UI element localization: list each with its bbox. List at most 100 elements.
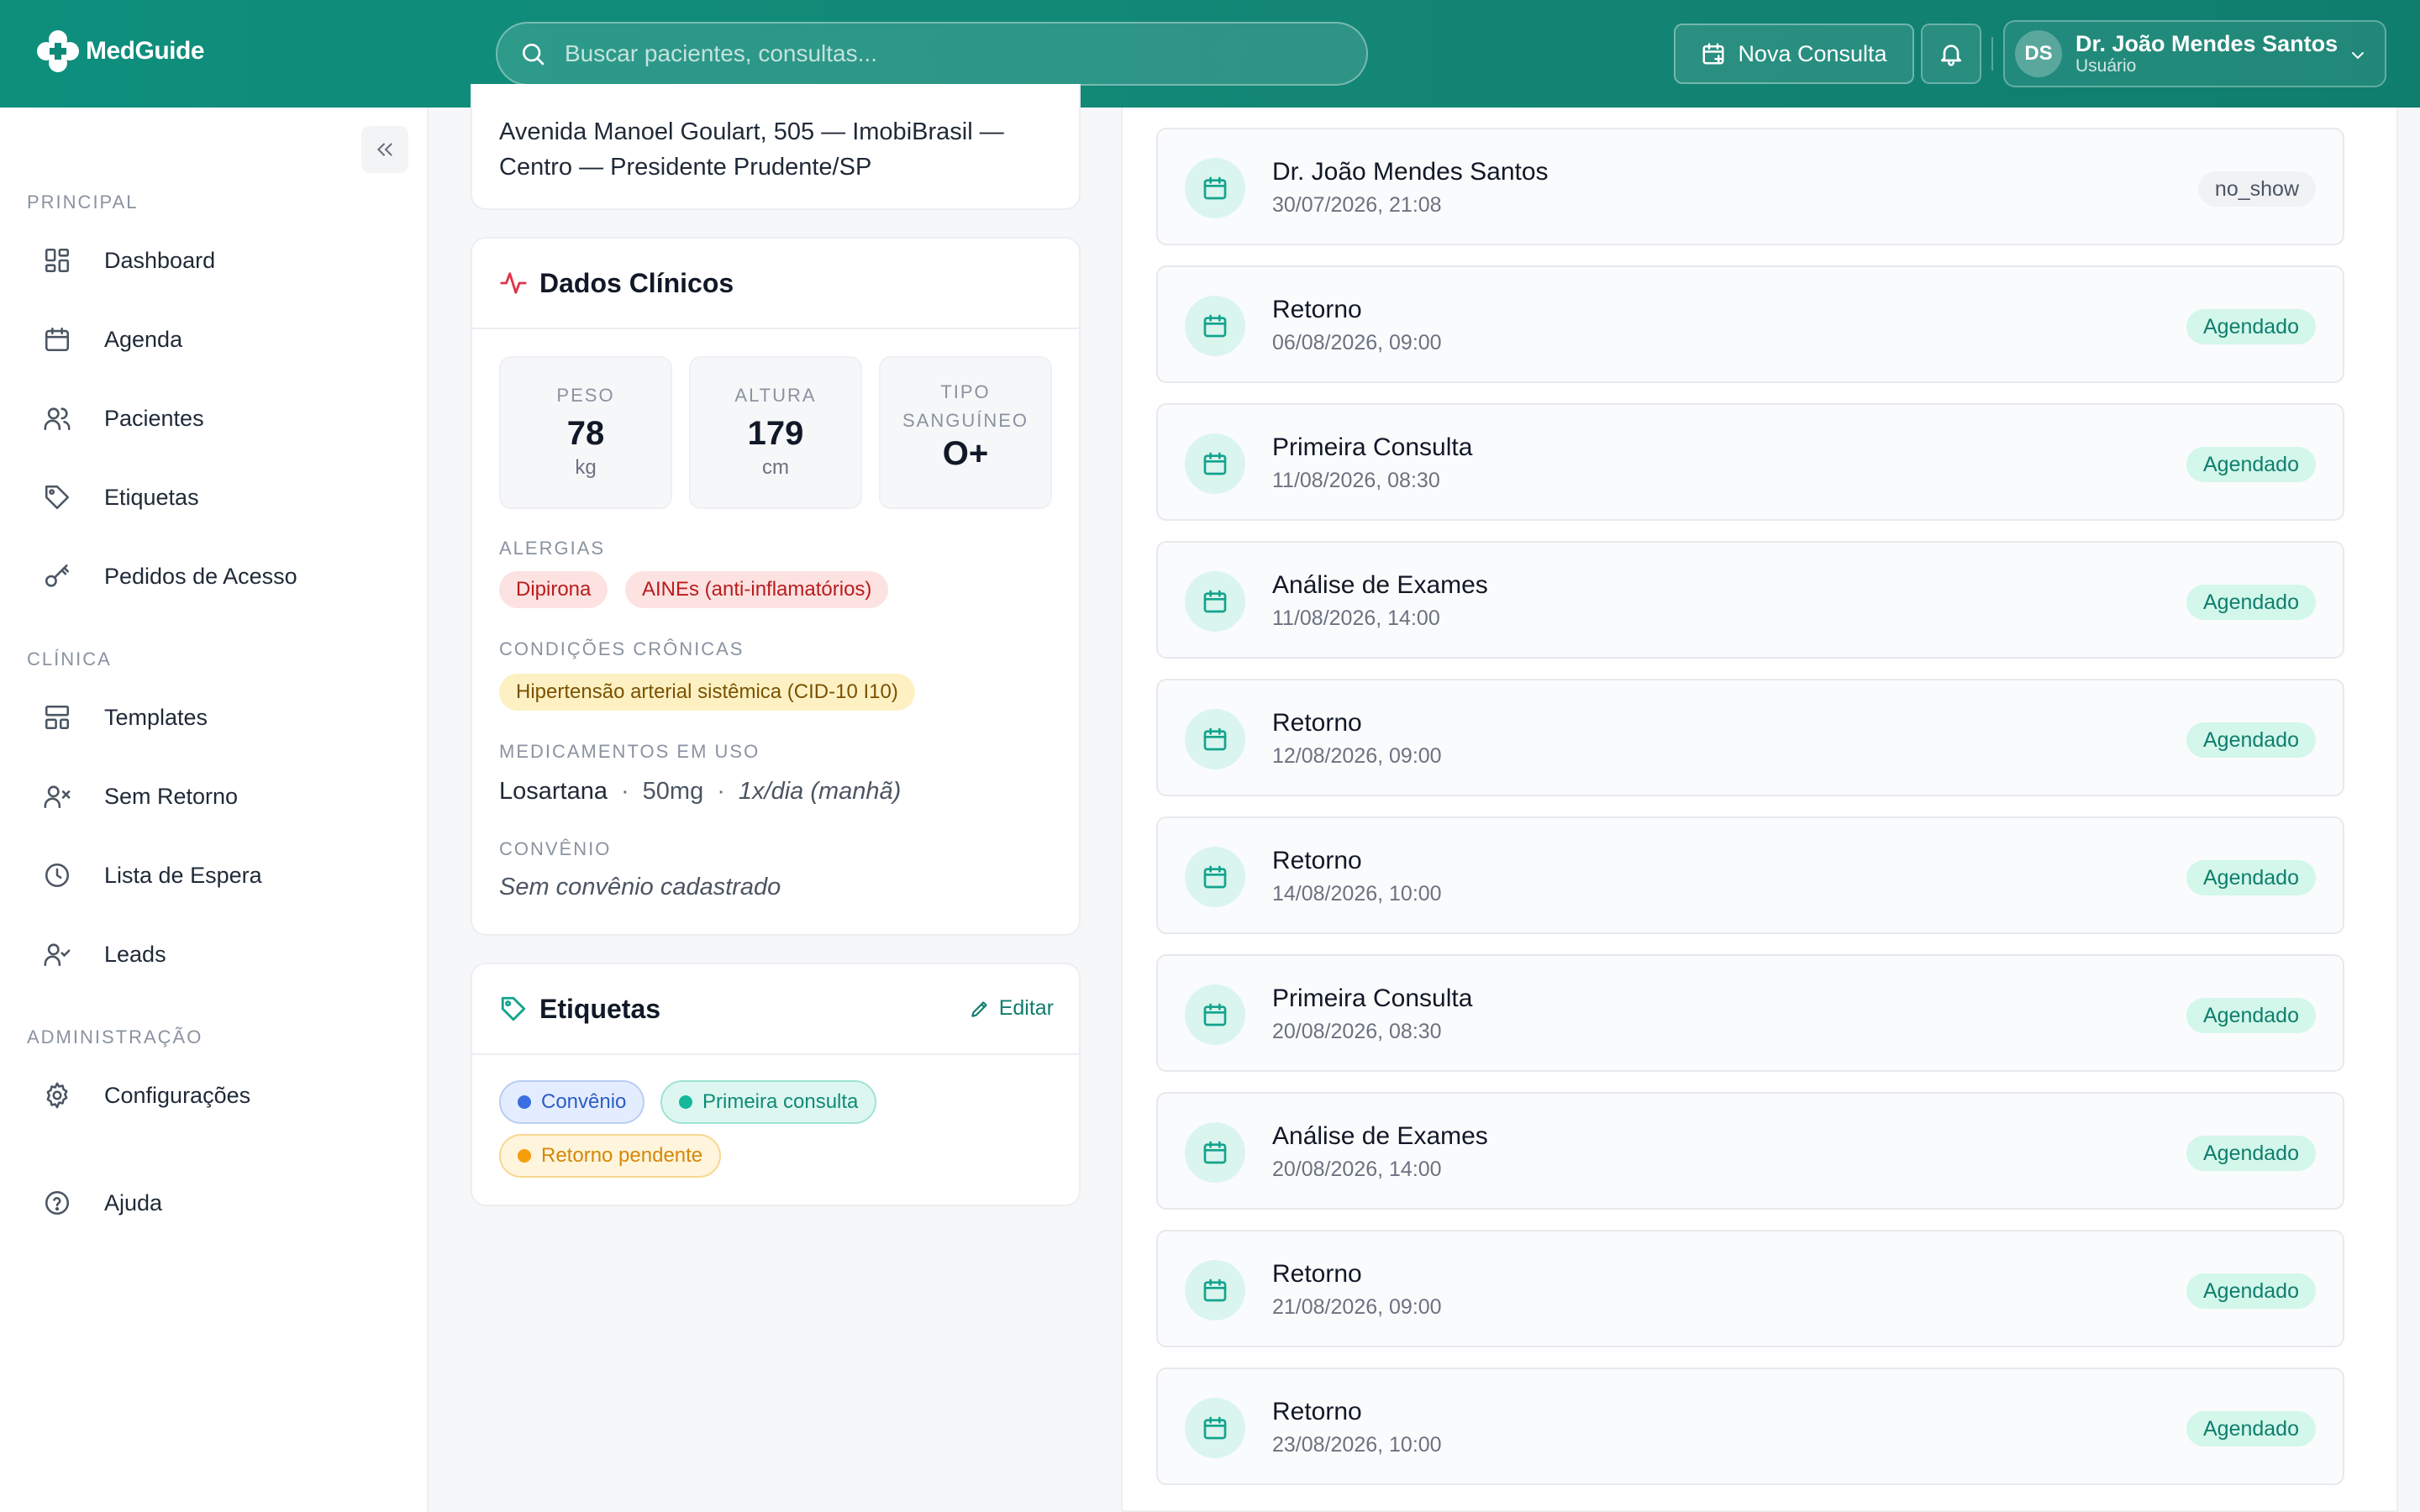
user-check-icon (44, 943, 71, 967)
calendar-icon (1185, 1398, 1245, 1458)
appointment-item[interactable]: Retorno 14/08/2026, 10:00 Agendado (1156, 816, 2344, 934)
appointment-item[interactable]: Dr. João Mendes Santos 30/07/2026, 21:08… (1156, 128, 2344, 245)
sidebar-item-sem-retorno[interactable]: Sem Retorno (27, 763, 402, 830)
appointment-item[interactable]: Primeira Consulta 20/08/2026, 08:30 Agen… (1156, 954, 2344, 1072)
appointment-date: 12/08/2026, 09:00 (1272, 744, 1442, 768)
edit-tags-button[interactable]: Editar (969, 996, 1054, 1021)
appointment-date: 11/08/2026, 08:30 (1272, 469, 1440, 492)
metric-value: O+ (942, 435, 989, 472)
pencil-icon (971, 1000, 987, 1017)
status-badge: Agendado (2186, 585, 2316, 620)
logo[interactable]: MedGuide (34, 27, 205, 76)
calendar-icon (1185, 709, 1245, 769)
status-badge: Agendado (2186, 1411, 2316, 1446)
appointment-title: Primeira Consulta (1272, 433, 1473, 461)
appointment-item[interactable]: Retorno 06/08/2026, 09:00 Agendado (1156, 265, 2344, 383)
tag-icon (45, 485, 70, 510)
medications-label: MEDICAMENTOS EM USO (499, 741, 760, 762)
appointment-title: Análise de Exames (1272, 1122, 1488, 1150)
user-x-icon (44, 785, 71, 809)
avatar: DS (2015, 30, 2062, 77)
clock-icon (45, 863, 70, 888)
metric-label: PESO (556, 385, 615, 406)
search-icon (523, 44, 544, 66)
bell-icon (1941, 45, 1961, 66)
sidebar-item-configuracoes[interactable]: Configurações (27, 1062, 402, 1129)
calendar-plus-icon (1702, 43, 1724, 65)
sidebar-item-pedidos-de-acesso[interactable]: Pedidos de Acesso (27, 543, 402, 610)
sidebar-item-ajuda[interactable]: Ajuda (27, 1169, 402, 1236)
metric-blood-type: TIPO SANGUÍNEO O+ (879, 356, 1052, 509)
medication-dose: 50mg (642, 778, 704, 805)
section-label-administracao: ADMINISTRAÇÃO (27, 1026, 203, 1047)
insurance-value: Sem convênio cadastrado (499, 874, 781, 900)
appointment-item[interactable]: Análise de Exames 20/08/2026, 14:00 Agen… (1156, 1092, 2344, 1210)
metric-value: 179 (747, 415, 804, 452)
notifications-button[interactable] (1921, 24, 1981, 84)
chronic-condition-chip: Hipertensão arterial sistêmica (CID-10 I… (499, 674, 915, 711)
insurance-label: CONVÊNIO (499, 838, 612, 859)
tags-card: Etiquetas Editar Convênio Primeira consu… (471, 963, 1081, 1206)
appointment-date: 30/07/2026, 21:08 (1272, 193, 1442, 217)
medication-frequency: 1x/dia (manhã) (738, 778, 902, 805)
appointment-title: Análise de Exames (1272, 571, 1488, 599)
appointment-title: Primeira Consulta (1272, 984, 1473, 1012)
activity-icon (500, 272, 527, 294)
appointment-item[interactable]: Análise de Exames 11/08/2026, 14:00 Agen… (1156, 541, 2344, 659)
tag-chip[interactable]: Retorno pendente (499, 1134, 722, 1178)
sidebar-item-agenda[interactable]: Agenda (27, 306, 402, 373)
allergies-label: ALERGIAS (499, 538, 606, 559)
appointment-title: Retorno (1272, 709, 1362, 737)
sidebar-item-label: Leads (104, 941, 166, 967)
sidebar-item-leads[interactable]: Leads (27, 921, 402, 988)
user-menu[interactable]: DS Dr. João Mendes Santos Usuário (2003, 20, 2386, 87)
status-badge: no_show (2197, 171, 2316, 207)
metric-label: ALTURA (734, 385, 817, 406)
appointment-title: Retorno (1272, 847, 1362, 874)
appointment-title: Dr. João Mendes Santos (1272, 158, 1549, 186)
appointment-item[interactable]: Primeira Consulta 11/08/2026, 08:30 Agen… (1156, 403, 2344, 521)
logo-icon (37, 30, 79, 72)
appointment-title: Retorno (1272, 1398, 1362, 1425)
sidebar-item-label: Templates (104, 704, 208, 730)
allergy-chip: Dipirona (499, 571, 608, 608)
tag-label: Primeira consulta (702, 1090, 859, 1113)
calendar-icon (1185, 158, 1245, 218)
appointment-item[interactable]: Retorno 12/08/2026, 09:00 Agendado (1156, 679, 2344, 796)
search-input[interactable] (565, 40, 1321, 67)
status-badge: Agendado (2186, 722, 2316, 758)
appointment-date: 06/08/2026, 09:00 (1272, 331, 1442, 354)
card-header: Dados Clínicos (472, 239, 1079, 329)
appointment-item[interactable]: Retorno 21/08/2026, 09:00 Agendado (1156, 1230, 2344, 1347)
new-consult-label: Nova Consulta (1738, 40, 1887, 66)
sidebar-item-lista-de-espera[interactable]: Lista de Espera (27, 842, 402, 909)
tag-chip[interactable]: Primeira consulta (660, 1080, 877, 1124)
appointment-date: 14/08/2026, 10:00 (1272, 882, 1442, 906)
status-badge: Agendado (2186, 1273, 2316, 1309)
appointment-item[interactable]: Retorno 23/08/2026, 10:00 Agendado (1156, 1368, 2344, 1485)
calendar-icon (1185, 847, 1245, 907)
sidebar-item-templates[interactable]: Templates (27, 684, 402, 751)
tag-dot (679, 1095, 692, 1109)
calendar-icon (1185, 984, 1245, 1045)
calendar-icon (1185, 1122, 1245, 1183)
separator: · (717, 778, 725, 805)
sidebar-item-etiquetas[interactable]: Etiquetas (27, 464, 402, 531)
sidebar-item-label: Configurações (104, 1082, 251, 1108)
new-consult-button[interactable]: Nova Consulta (1674, 24, 1914, 84)
sidebar-item-label: Lista de Espera (104, 862, 262, 888)
patient-address: Avenida Manoel Goulart, 505 — ImobiBrasi… (499, 118, 1004, 181)
tag-label: Retorno pendente (541, 1144, 703, 1167)
search-bar[interactable] (496, 22, 1368, 86)
medication-name: Losartana (499, 778, 608, 805)
collapse-sidebar-button[interactable] (361, 126, 408, 173)
tag-dot (518, 1149, 531, 1163)
tag-dot (518, 1095, 531, 1109)
appointment-date: 23/08/2026, 10:00 (1272, 1433, 1442, 1457)
tag-chip[interactable]: Convênio (499, 1080, 645, 1124)
sidebar-item-dashboard[interactable]: Dashboard (27, 227, 402, 294)
separator: · (621, 778, 629, 805)
sidebar-item-pacientes[interactable]: Pacientes (27, 385, 402, 452)
section-label-principal: PRINCIPAL (27, 192, 139, 213)
brand-name: MedGuide (86, 37, 205, 65)
